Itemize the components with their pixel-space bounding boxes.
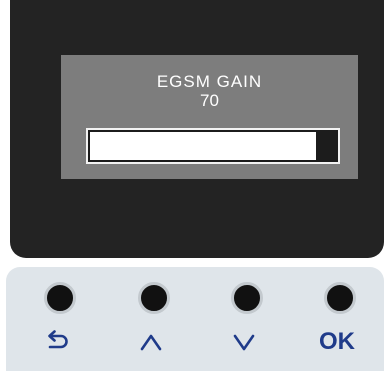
gain-level-fill — [90, 132, 316, 160]
down-button[interactable] — [231, 282, 263, 314]
chevron-down-icon — [209, 327, 279, 357]
return-arrow-icon — [22, 327, 92, 357]
gain-value: 70 — [200, 91, 219, 110]
back-button[interactable] — [44, 282, 76, 314]
ok-label: OK — [319, 328, 355, 355]
up-button[interactable] — [138, 282, 170, 314]
ok-control: OK — [302, 267, 372, 371]
up-control — [116, 267, 186, 371]
menu-title: EGSM GAIN — [156, 72, 263, 91]
back-control — [22, 267, 92, 371]
ok-button[interactable] — [324, 282, 356, 314]
device-screen: EGSM GAIN 70 — [10, 0, 384, 258]
down-control — [209, 267, 279, 371]
chevron-up-icon — [116, 327, 186, 357]
lcd-display: EGSM GAIN 70 — [61, 55, 358, 179]
button-panel: OK — [6, 267, 384, 371]
gain-level-bar — [86, 128, 340, 164]
